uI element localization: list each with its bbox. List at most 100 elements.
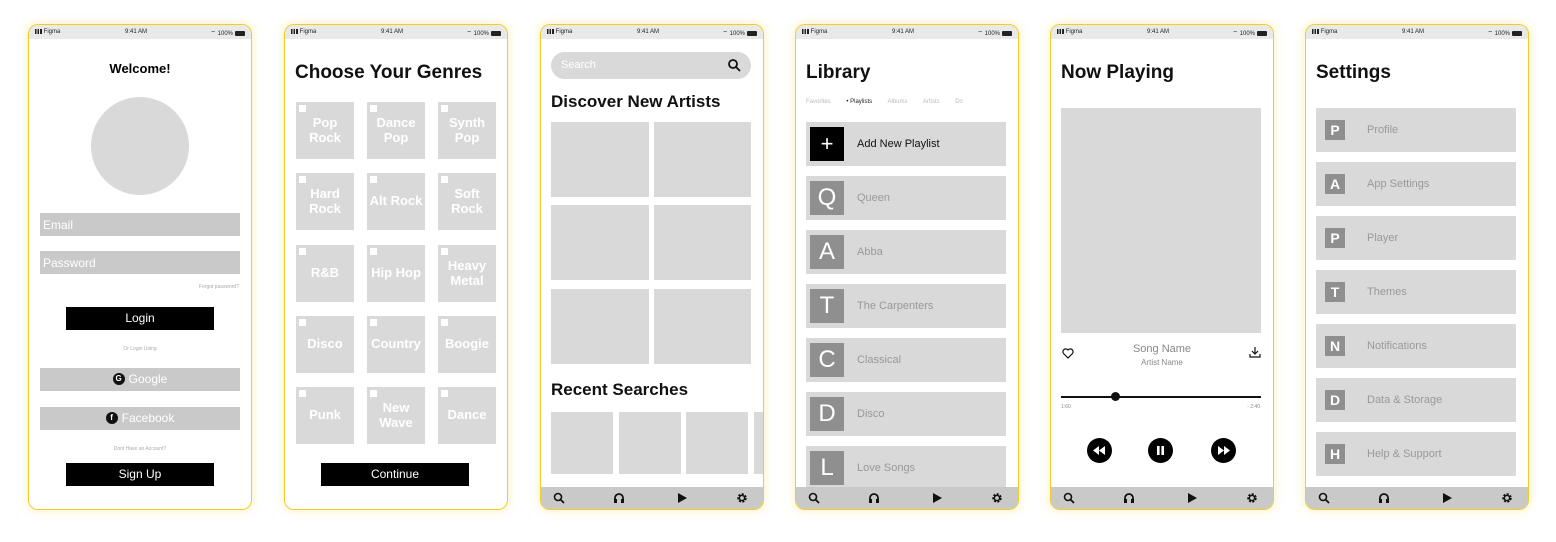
genre-label: R&B (310, 265, 340, 281)
password-field[interactable] (40, 251, 240, 274)
settings-item-help-support[interactable]: H Help & Support (1316, 432, 1516, 476)
genre-checkbox[interactable] (441, 319, 448, 326)
gear-icon[interactable] (1501, 492, 1513, 504)
headphones-icon[interactable] (868, 492, 880, 504)
artist-card[interactable] (654, 122, 751, 197)
headphones-icon[interactable] (1378, 492, 1390, 504)
settings-item-themes[interactable]: T Themes (1316, 270, 1516, 314)
genre-checkbox[interactable] (441, 248, 448, 255)
download-icon[interactable] (1249, 346, 1261, 358)
forgot-password-link[interactable]: Forgot password? (199, 284, 239, 290)
google-label: Google (128, 372, 168, 386)
tab-artists[interactable]: Artists (923, 99, 940, 105)
signup-button[interactable]: Sign Up (66, 463, 214, 486)
play-icon[interactable] (1441, 492, 1453, 504)
status-bar: Figma 9:41 AM ⌔ 100% (29, 25, 251, 39)
genre-checkbox[interactable] (370, 176, 377, 183)
artist-card[interactable] (551, 289, 649, 364)
genre-option[interactable]: Heavy Metal (438, 245, 496, 302)
genre-option[interactable]: Hard Rock (296, 173, 354, 230)
progress-handle[interactable] (1110, 392, 1120, 401)
genre-checkbox[interactable] (299, 105, 306, 112)
playlist-letter: T (810, 289, 844, 323)
genre-option[interactable]: Disco (296, 316, 354, 373)
settings-item-app-settings[interactable]: A App Settings (1316, 162, 1516, 206)
genre-checkbox[interactable] (441, 390, 448, 397)
genre-checkbox[interactable] (299, 248, 306, 255)
playlist-item[interactable]: L Love Songs (806, 446, 1006, 490)
play-icon[interactable] (1186, 492, 1198, 504)
artist-card[interactable] (551, 205, 649, 280)
genre-checkbox[interactable] (370, 248, 377, 255)
recent-search-card[interactable] (551, 412, 613, 474)
genre-checkbox[interactable] (299, 176, 306, 183)
tab-favorites[interactable]: Favorites (806, 99, 831, 105)
genre-option[interactable]: Synth Pop (438, 102, 496, 159)
search-icon[interactable] (1063, 492, 1075, 504)
tab-playlists[interactable]: • Playlists (846, 99, 872, 105)
genre-option[interactable]: Dance Pop (367, 102, 425, 159)
gear-icon[interactable] (1246, 492, 1258, 504)
genre-option[interactable]: Punk (296, 387, 354, 444)
headphones-icon[interactable] (613, 492, 625, 504)
genre-checkbox[interactable] (370, 390, 377, 397)
search-icon[interactable] (553, 492, 565, 504)
genre-option[interactable]: Pop Rock (296, 102, 354, 159)
playlist-letter: C (810, 343, 844, 377)
settings-item-profile[interactable]: P Profile (1316, 108, 1516, 152)
playlist-item[interactable]: A Abba (806, 230, 1006, 274)
genre-option[interactable]: New Wave (367, 387, 425, 444)
recent-search-card[interactable] (754, 412, 763, 474)
email-field[interactable] (40, 213, 240, 236)
google-login-button[interactable]: G Google (40, 368, 240, 391)
playlist-item[interactable]: C Classical (806, 338, 1006, 382)
tab-albums[interactable]: Albums (887, 99, 907, 105)
genre-checkbox[interactable] (299, 319, 306, 326)
recent-search-card[interactable] (686, 412, 748, 474)
pause-button[interactable] (1148, 438, 1173, 463)
genre-checkbox[interactable] (441, 105, 448, 112)
genre-option[interactable]: R&B (296, 245, 354, 302)
genre-option[interactable]: Country (367, 316, 425, 373)
playlist-item[interactable]: D Disco (806, 392, 1006, 436)
progress-track[interactable] (1061, 396, 1261, 398)
artist-card[interactable] (654, 205, 751, 280)
genre-checkbox[interactable] (299, 390, 306, 397)
rewind-button[interactable] (1087, 438, 1112, 463)
playlist-item[interactable]: T The Carpenters (806, 284, 1006, 328)
search-input[interactable]: Search (551, 52, 751, 79)
playlist-item[interactable]: Q Queen (806, 176, 1006, 220)
play-icon[interactable] (676, 492, 688, 504)
genre-option[interactable]: Hip Hop (367, 245, 425, 302)
artist-card[interactable] (551, 122, 649, 197)
signal-icon (1312, 29, 1319, 34)
login-button[interactable]: Login (66, 307, 214, 330)
wifi-icon: ⌔ (977, 31, 983, 37)
genre-option[interactable]: Soft Rock (438, 173, 496, 230)
settings-item-data-storage[interactable]: D Data & Storage (1316, 378, 1516, 422)
genre-option[interactable]: Dance (438, 387, 496, 444)
artist-card[interactable] (654, 289, 751, 364)
gear-icon[interactable] (991, 492, 1003, 504)
genre-checkbox[interactable] (441, 176, 448, 183)
genre-label: Synth Pop (448, 114, 486, 145)
wifi-icon: ⌔ (210, 31, 216, 37)
fast-forward-button[interactable] (1211, 438, 1236, 463)
gear-icon[interactable] (736, 492, 748, 504)
avatar[interactable] (91, 97, 189, 195)
settings-item-notifications[interactable]: N Notifications (1316, 324, 1516, 368)
recent-search-card[interactable] (619, 412, 681, 474)
genre-checkbox[interactable] (370, 319, 377, 326)
add-playlist-button[interactable]: + Add New Playlist (806, 122, 1006, 166)
continue-button[interactable]: Continue (321, 463, 469, 486)
settings-item-player[interactable]: P Player (1316, 216, 1516, 260)
tab-more[interactable]: Do (955, 99, 963, 105)
headphones-icon[interactable] (1123, 492, 1135, 504)
search-icon[interactable] (1318, 492, 1330, 504)
search-icon[interactable] (808, 492, 820, 504)
play-icon[interactable] (931, 492, 943, 504)
genre-checkbox[interactable] (370, 105, 377, 112)
genre-option[interactable]: Alt Rock (367, 173, 425, 230)
facebook-login-button[interactable]: f Facebook (40, 407, 240, 430)
genre-option[interactable]: Boogie (438, 316, 496, 373)
